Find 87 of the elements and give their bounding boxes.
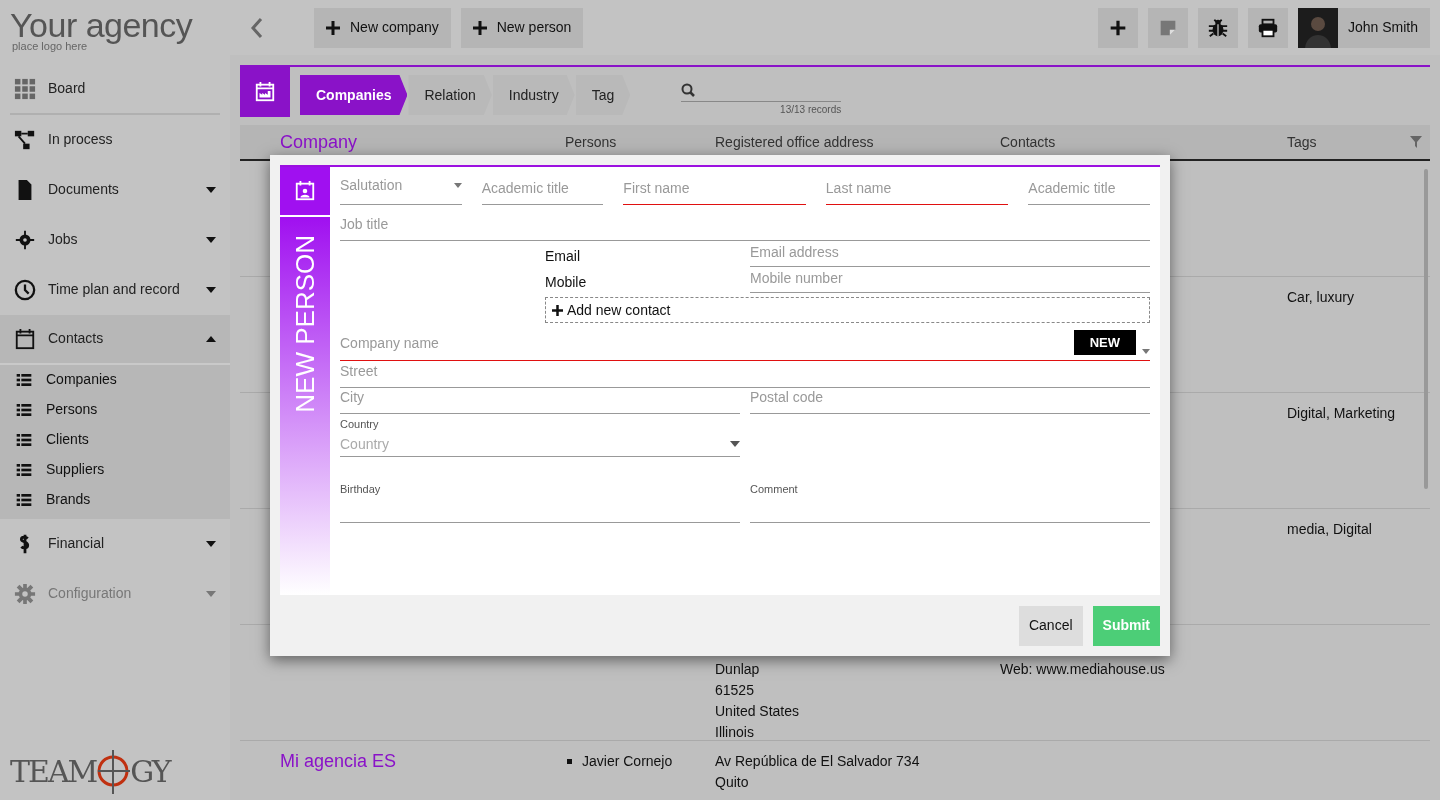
calendar-button[interactable] [240,67,290,117]
caret-icon [730,441,740,447]
print-button[interactable] [1247,7,1288,48]
input-field[interactable]: Company name NEW [340,323,1150,361]
new-badge: NEW [1073,329,1136,355]
tags-text: media, Digital [1287,521,1372,537]
record-count: 13/13 records [779,102,842,117]
sidebar-item[interactable]: Jobs [0,214,230,265]
address-line: United States [715,702,801,721]
scrollbar[interactable] [1424,169,1428,489]
field-label: Country [340,417,380,432]
user-button[interactable]: John Smith [1297,7,1430,48]
address-line: Illinois [715,723,755,742]
clock-icon [14,278,36,301]
toolbar-button[interactable]: New person [460,7,584,48]
logo-text: TEAM [10,752,97,791]
list-icon [16,371,32,388]
list-icon [16,491,32,508]
sidebar-subitem[interactable]: Companies [0,364,230,395]
address-line: Dunlap [715,660,761,679]
sidebar-item[interactable]: Documents [0,164,230,215]
bullet-icon [567,759,572,764]
caret-icon [206,540,216,547]
caret-icon [206,186,216,193]
caret-icon [453,183,462,188]
plus-icon [552,304,563,316]
calendar-icon [14,327,36,350]
sidebar-subitem[interactable]: Clients [0,424,230,455]
field-label: Birthday [340,481,382,497]
add-button[interactable] [1097,7,1138,48]
column-header[interactable]: Registered office address [715,131,1000,153]
dialog-title: NEW PERSON [288,235,321,413]
contact-label: Email [545,247,581,266]
contact-line: Web: www.mediahouse.us [1000,660,1166,679]
hierarchy-icon [14,128,36,151]
breadcrumb-tab[interactable]: Companies [300,75,408,115]
plus-icon [472,20,487,35]
sidebar-item[interactable]: Financial [0,518,230,569]
column-header[interactable]: Tags [1287,131,1410,153]
grid-icon [14,77,36,100]
bug-button[interactable] [1197,7,1238,48]
column-header[interactable]: Persons [565,131,715,153]
brand-subtitle: place logo here [11,40,88,54]
list-icon [16,431,32,448]
caret-icon [206,236,216,243]
breadcrumb-tab[interactable]: Relation [408,75,492,115]
brand-title: Your agency [9,5,194,42]
contact-label: Mobile [545,273,588,292]
cancel-button[interactable]: Cancel [1018,605,1083,646]
address-line: 61525 [715,681,755,700]
plus-icon [326,20,340,35]
column-header[interactable]: Contacts [1000,131,1287,153]
avatar [1297,7,1338,48]
calendar-icon [254,81,276,103]
printer-icon [1256,16,1279,39]
sidebar-subitem[interactable]: Suppliers [0,454,230,485]
tags-text: Car, luxury [1287,289,1354,305]
sidebar-item[interactable]: Time plan and record [0,264,230,315]
caret-icon [1142,349,1150,354]
address-line: Av República de El Salvador 734 [715,752,921,771]
tags-text: Digital, Marketing [1287,405,1396,421]
contact-card-icon [294,180,316,202]
breadcrumb-tab[interactable]: Tag [575,75,631,115]
search-icon [681,83,696,97]
sidebar-subitem[interactable]: Persons [0,394,230,425]
caret-icon [206,590,216,597]
list-icon [16,401,32,418]
add-contact-button[interactable]: Add new contact [545,297,1150,323]
person-item: Javier Cornejo [565,751,715,772]
note-button[interactable] [1147,7,1188,48]
sidebar-item[interactable]: In process [0,114,230,165]
address-line: Quito [715,773,750,792]
toolbar-button[interactable]: New company [314,7,451,48]
sidebar-item[interactable]: Contacts [0,314,230,365]
sidebar-subitem[interactable]: Brands [0,484,230,515]
back-icon [250,16,264,39]
sidebar-item[interactable]: Board [10,64,220,115]
crosshair-icon [96,748,131,794]
field-label: Comment [750,481,799,497]
list-icon [16,461,32,478]
settings-icon [14,582,36,605]
caret-icon [206,335,216,342]
logo-text: GY [130,752,170,791]
breadcrumb-tab[interactable]: Industry [492,75,575,115]
filter-icon [1410,136,1422,148]
company-link[interactable]: Mi agencia ES [280,751,397,771]
caret-icon [206,286,216,293]
